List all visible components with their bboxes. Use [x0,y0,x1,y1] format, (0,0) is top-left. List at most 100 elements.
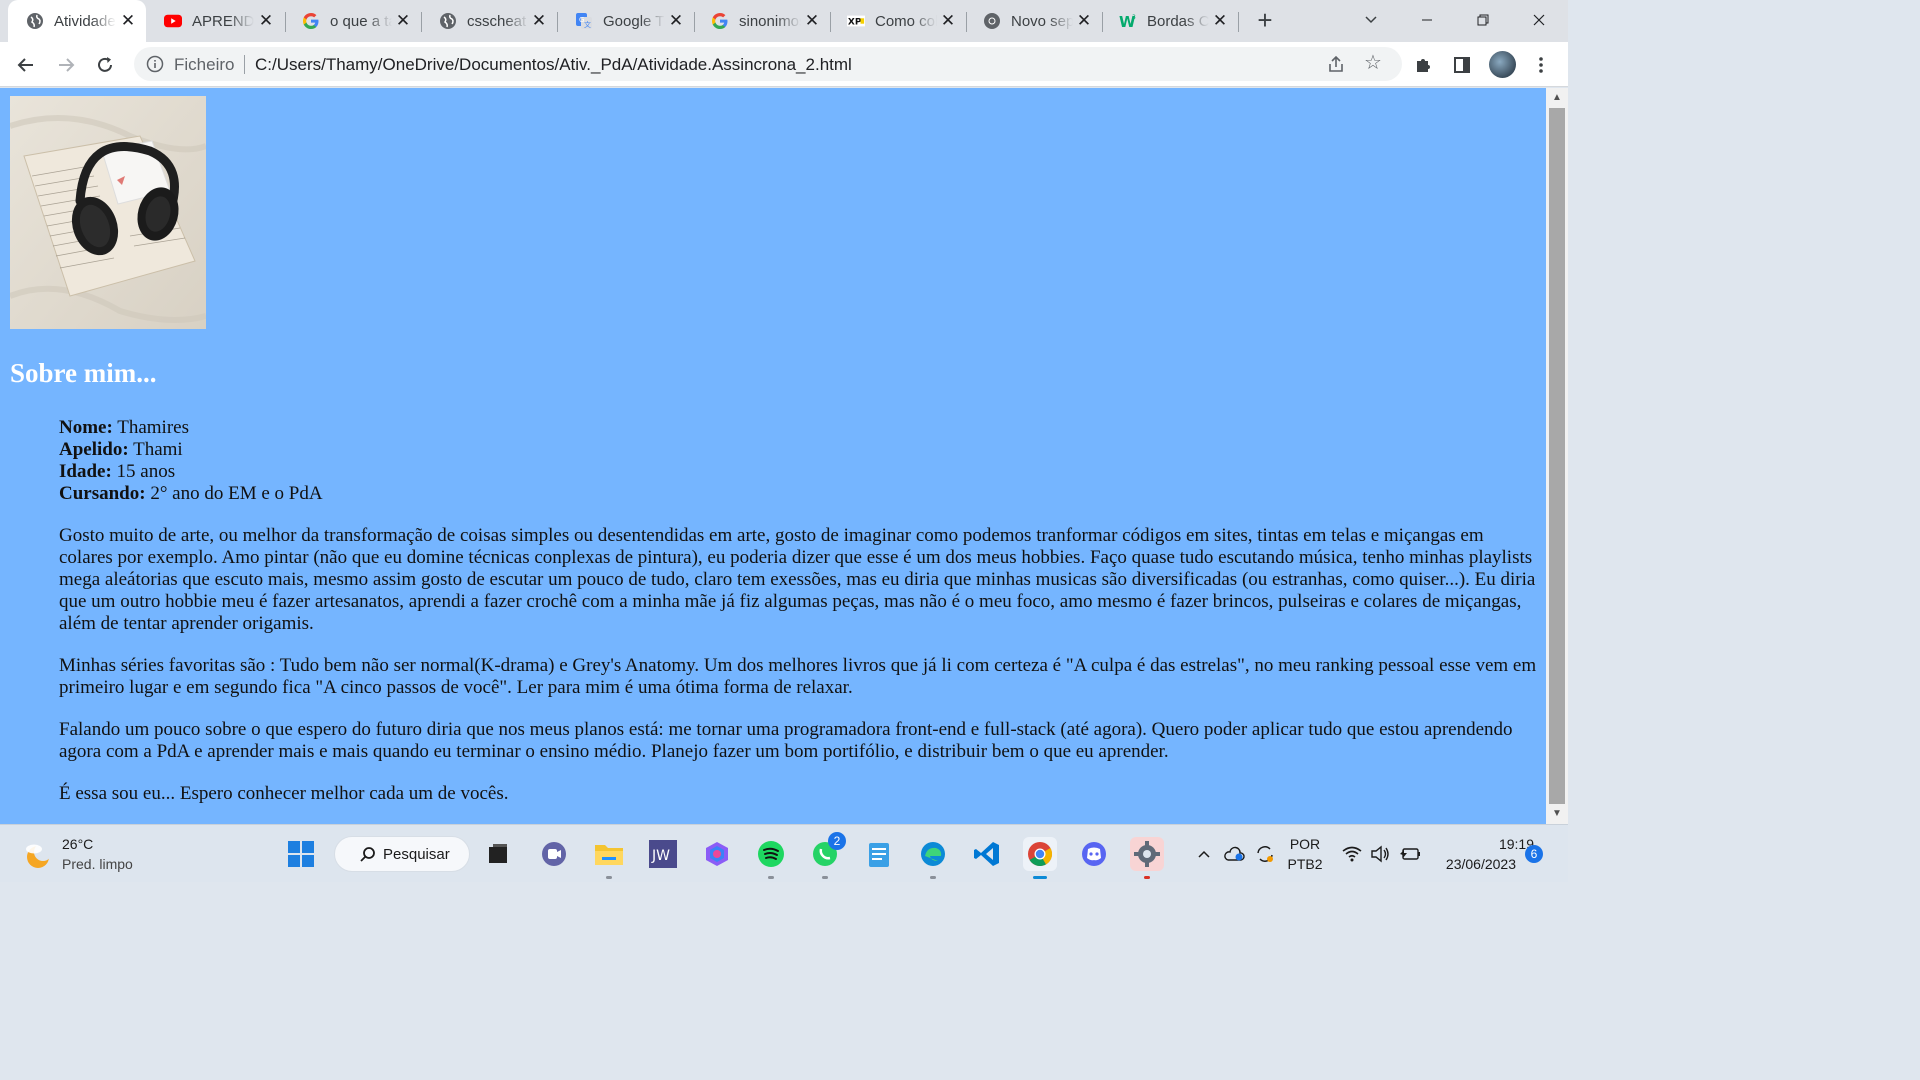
keyboard-layout-indicator[interactable]: PTB2 [1285,856,1325,872]
tab-title: Como colocar [875,12,937,30]
share-icon[interactable] [1326,54,1346,74]
info-label: Cursando: [59,483,146,504]
tab[interactable]: APRENDA ✕ [146,0,284,42]
scroll-up-arrow-icon[interactable]: ▲ [1551,92,1563,104]
forward-button[interactable] [52,51,80,79]
reload-button[interactable] [91,51,119,79]
clock-time[interactable]: 19:19 [1434,836,1534,852]
tab-title: Google Tradutor [603,12,665,30]
info-row-nickname: Apelido: Thami [59,439,323,461]
spotify-icon[interactable] [754,837,788,879]
new-tab-button[interactable]: + [1253,7,1277,33]
wifi-icon[interactable] [1338,837,1366,871]
close-icon[interactable]: ✕ [118,11,138,31]
url-text[interactable]: C:/Users/Thamy/OneDrive/Documentos/Ativ.… [255,55,852,75]
taskbar-search-box[interactable]: Pesquisar [334,836,470,872]
weather-moon-cloud-icon[interactable] [22,839,54,871]
language-indicator[interactable]: POR [1285,836,1325,852]
settings-icon[interactable] [1130,837,1164,879]
extensions-puzzle-icon[interactable] [1409,51,1437,79]
xp-icon: XP [847,12,865,30]
tab[interactable]: o que a tag ✕ [284,0,421,42]
tab-title: sinonimos [739,12,801,30]
svg-text:文: 文 [584,20,591,29]
tab-title: Novo separador [1011,12,1073,30]
profile-avatar[interactable] [1489,51,1516,78]
copilot-icon[interactable] [700,837,734,871]
tab[interactable]: W3 Bordas CSS ✕ [1101,0,1238,42]
address-bar[interactable]: Ficheiro C:/Users/Thamy/OneDrive/Documen… [134,47,1402,81]
close-icon[interactable]: ✕ [256,11,276,31]
battery-icon[interactable] [1396,837,1424,871]
clock-date[interactable]: 23/06/2023 [1434,856,1534,872]
tab[interactable]: csscheat ✕ [421,0,557,42]
running-indicator [1144,876,1150,879]
close-icon[interactable]: ✕ [666,11,686,31]
back-button[interactable] [12,51,40,79]
bookmark-star-icon[interactable]: ☆ [1362,52,1384,74]
side-panel-icon[interactable] [1448,51,1476,79]
close-window-button[interactable] [1526,8,1552,34]
weather-temperature[interactable]: 26°C [62,836,93,852]
taskbar: 26°C Pred. limpo Pesquisar JW 2 POR PTB2… [0,824,1568,882]
info-label: Apelido: [59,439,129,460]
browser-toolbar: Ficheiro C:/Users/Thamy/OneDrive/Documen… [0,42,1568,87]
teams-icon[interactable] [537,837,571,871]
vertical-scrollbar[interactable]: ▲ ▼ [1546,88,1568,824]
restore-button[interactable] [1470,8,1496,34]
sync-icon[interactable] [1250,837,1280,871]
close-icon[interactable]: ✕ [802,11,822,31]
notepad-icon[interactable] [862,837,896,871]
search-icon [359,846,377,864]
whatsapp-badge: 2 [828,832,846,850]
tab-active[interactable]: Atividade.Assincrona_2.html ✕ [8,0,146,42]
scrollbar-thumb[interactable] [1549,108,1565,804]
close-icon[interactable]: ✕ [1210,11,1230,31]
jw-label: JW [651,848,670,864]
info-value: 15 anos [116,461,176,482]
paragraph-favorites: Minhas séries favoritas são : Tudo bem n… [59,655,1537,698]
tab[interactable]: XP Como colocar ✕ [829,0,966,42]
running-indicator [768,876,774,879]
info-icon[interactable] [146,55,164,73]
search-label: Pesquisar [383,846,450,863]
tab[interactable]: G文 Google Tradutor ✕ [557,0,694,42]
task-view-icon[interactable] [481,837,515,871]
tab-title: Atividade.Assincrona_2.html [54,12,116,30]
close-icon[interactable]: ✕ [938,11,958,31]
windows-start-icon[interactable] [284,837,318,871]
tab[interactable]: Novo separador ✕ [965,0,1102,42]
w3schools-icon: W3 [1119,12,1137,30]
scroll-down-arrow-icon[interactable]: ▼ [1551,808,1563,820]
more-menu-icon[interactable] [1527,51,1555,79]
file-explorer-icon[interactable] [592,837,626,879]
close-icon[interactable]: ✕ [1074,11,1094,31]
minimize-button[interactable] [1414,8,1440,34]
whatsapp-icon[interactable]: 2 [808,832,846,879]
running-indicator [930,876,936,879]
close-icon[interactable]: ✕ [529,11,549,31]
volume-icon[interactable] [1366,837,1394,871]
svg-text:3: 3 [1132,14,1136,21]
edge-icon[interactable] [916,837,950,879]
google-translate-icon: G文 [575,12,593,30]
personal-info-list: Nome: Thamires Apelido: Thami Idade: 15 … [59,417,323,505]
close-icon[interactable]: ✕ [393,11,413,31]
notification-count-badge[interactable]: 6 [1525,845,1543,863]
info-row-name: Nome: Thamires [59,417,323,439]
discord-icon[interactable] [1077,837,1111,871]
google-icon [302,12,320,30]
tab-title: csscheat [467,12,527,30]
jw-icon[interactable]: JW [646,837,680,871]
headphones-book-photo [10,96,206,329]
tab[interactable]: sinonimos ✕ [693,0,830,42]
onedrive-cloud-icon[interactable] [1219,837,1249,871]
vscode-icon[interactable] [970,837,1004,871]
chevron-up-icon[interactable] [1189,837,1219,871]
running-indicator [606,876,612,879]
globe-icon [26,12,44,30]
tab-search-chevron-icon[interactable] [1358,8,1384,34]
chrome-icon[interactable] [1023,837,1057,879]
weather-description[interactable]: Pred. limpo [62,856,133,872]
chrome-icon [983,12,1001,30]
